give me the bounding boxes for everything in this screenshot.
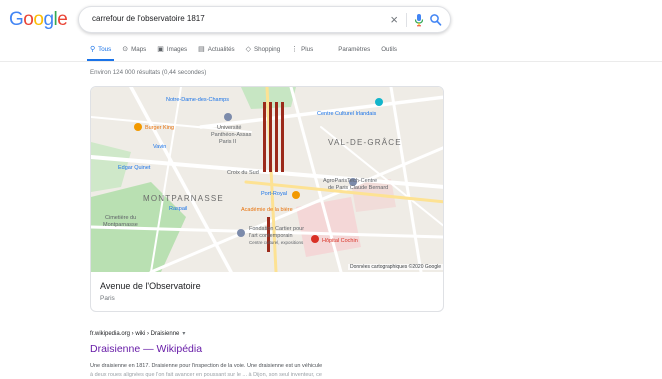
result-stats: Environ 124 000 résultats (0,44 secondes… <box>90 69 207 76</box>
tab-news[interactable]: ▤ Actualités <box>198 40 234 58</box>
result-title-link[interactable]: Draisienne — Wikipédia <box>90 343 202 355</box>
tab-images[interactable]: ▣ Images <box>157 40 187 58</box>
map-label-fondation-3: Centre culturel, expositions <box>249 240 304 245</box>
map-label-notre-dame: Notre-Dame-des-Champs <box>166 97 229 103</box>
map-label-academie: Académie de la bière <box>241 207 293 213</box>
map-view[interactable]: Notre-Dame-des-Champs Burger King Univer… <box>91 87 443 272</box>
search-icon[interactable] <box>429 13 442 27</box>
header-divider <box>0 61 662 62</box>
google-logo[interactable]: Google <box>9 9 68 31</box>
map-label-croix-sud: Croix du Sud <box>227 170 259 176</box>
tab-shopping[interactable]: ◇ Shopping <box>246 40 281 58</box>
map-label-agroparistech-2: de Paris Claude Bernard <box>328 185 389 191</box>
tab-label: Images <box>166 45 188 53</box>
tab-label: Maps <box>131 45 147 53</box>
fondation-pin <box>237 229 245 237</box>
more-vert-icon: ⋮ <box>291 46 299 53</box>
news-icon: ▤ <box>198 46 205 53</box>
map-label-raspail: Raspail <box>169 206 188 212</box>
breadcrumb-text: fr.wikipedia.org › wiki › Draisienne <box>90 331 180 337</box>
tag-icon: ◇ <box>245 46 251 53</box>
logo-letter: o <box>23 9 34 30</box>
place-city: Paris <box>100 295 115 302</box>
route-stripe <box>269 102 272 172</box>
academie-pin <box>292 191 300 199</box>
snippet-line: à deux roues alignées que l'on fait avan… <box>90 372 322 378</box>
chevron-down-icon[interactable]: ▾ <box>182 331 185 337</box>
hospital-pin <box>311 235 319 243</box>
map-label-universite: Université <box>217 125 242 131</box>
map-label-montparnasse: MONTPARNASSE <box>143 194 224 203</box>
search-icon: ⚲ <box>90 46 96 53</box>
result-snippet: Une draisienne en 1817. Draisienne pour … <box>90 362 430 379</box>
map-label-fondation: Fondation Cartier pour <box>249 226 305 232</box>
road <box>389 87 423 272</box>
map-label-agroparistech: AgroParisTech-Centre <box>323 178 378 184</box>
logo-letter: o <box>33 9 44 30</box>
snippet-line: Une draisienne en 1817. Draisienne pour … <box>90 363 323 369</box>
search-box[interactable]: carrefour de l'observatoire 1817 × <box>78 6 451 33</box>
map-label-cimetiere-2: Montparnasse <box>103 222 138 228</box>
map-label-fondation-2: l'art contemporain <box>249 233 293 239</box>
place-name[interactable]: Avenue de l'Observatoire <box>100 281 201 291</box>
logo-letter: e <box>57 9 68 30</box>
map-copyright[interactable]: Données cartographiques ©2020 Google <box>348 264 443 270</box>
map-pin-icon: ⊙ <box>122 46 129 53</box>
tab-more[interactable]: ⋮ Plus <box>291 40 313 58</box>
settings-link[interactable]: Paramètres <box>338 40 370 58</box>
map-label-universite-2: Panthéon-Assas <box>211 132 252 138</box>
tab-all[interactable]: ⚲ Tous <box>86 40 115 61</box>
map-label-centre-culturel: Centre Culturel Irlandais <box>317 111 377 117</box>
map-card[interactable]: Notre-Dame-des-Champs Burger King Univer… <box>90 86 444 312</box>
search-input[interactable]: carrefour de l'observatoire 1817 <box>92 14 205 23</box>
map-label-port-royal: Port-Royal <box>261 191 287 197</box>
tab-label: Tous <box>98 45 112 53</box>
univ-pin <box>224 113 232 121</box>
burger-pin <box>134 123 142 131</box>
map-label-cochin: Hôpital Cochin <box>322 238 358 244</box>
search-tabs: ⚲ Tous ⊙ Maps ▣ Images ▤ Actualités ◇ Sh… <box>86 40 408 61</box>
tools-link[interactable]: Outils <box>381 40 397 58</box>
route-stripe <box>263 102 266 172</box>
culture-pin <box>375 98 383 106</box>
image-icon: ▣ <box>157 46 164 53</box>
tab-maps[interactable]: ⊙ Maps <box>122 40 146 58</box>
tab-label: Actualités <box>207 45 235 53</box>
map-label-vavin: Vavin <box>153 144 167 150</box>
logo-letter: g <box>43 9 54 30</box>
route-stripe <box>281 102 284 172</box>
route-stripe <box>275 102 278 172</box>
clear-icon[interactable]: × <box>390 12 398 28</box>
search-divider <box>406 13 407 27</box>
map-label-cimetiere: Cimetière du <box>105 215 137 221</box>
map-label-edgar-quinet: Edgar Quinet <box>118 165 151 171</box>
map-label-universite-3: Paris II <box>219 139 237 145</box>
result-breadcrumb[interactable]: fr.wikipedia.org › wiki › Draisienne ▾ <box>90 330 185 337</box>
microphone-icon[interactable] <box>413 13 425 27</box>
tab-label: Shopping <box>254 45 281 53</box>
tab-label: Plus <box>301 45 314 53</box>
logo-letter: G <box>9 9 24 30</box>
map-label-burger-king: Burger King <box>145 125 175 131</box>
map-label-val-de-grace: VAL-DE-GRÂCE <box>328 138 402 147</box>
